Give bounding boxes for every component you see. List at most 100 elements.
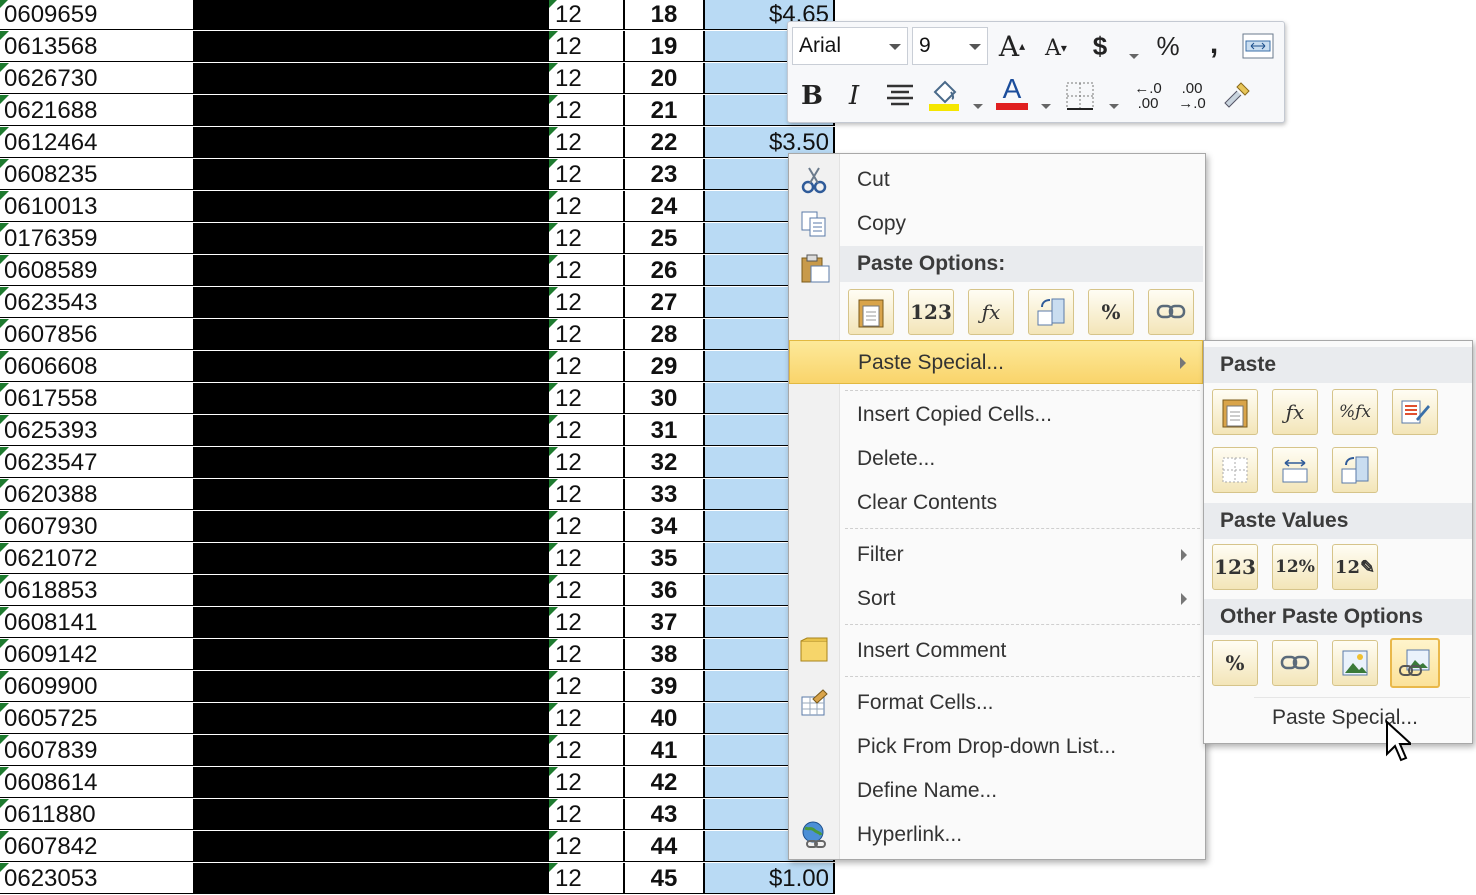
cell-rank[interactable]: 32 [625,447,705,478]
paste-link-button[interactable] [1272,640,1318,686]
cell-amount[interactable]: $1.00 [705,863,835,894]
chevron-down-icon[interactable] [889,44,901,50]
cell-id[interactable]: 0626730 [0,63,195,94]
cell-number[interactable]: 12 [547,575,625,606]
paste-option-formatting[interactable]: % [1088,289,1134,335]
percent-button[interactable]: % [1148,26,1188,66]
cell-rank[interactable]: 22 [625,127,705,158]
grow-font-button[interactable]: A ▴ [992,26,1032,66]
cell-number[interactable]: 12 [547,31,625,62]
cell-rank[interactable]: 28 [625,319,705,350]
cell-number[interactable]: 12 [547,319,625,350]
paste-linked-picture-button[interactable] [1390,638,1440,688]
paste-transpose-button[interactable] [1332,447,1378,493]
cell-redacted[interactable] [195,127,547,158]
paste-option-values[interactable]: 123 [908,289,954,335]
format-painter-button[interactable] [1218,76,1258,116]
cell-redacted[interactable] [195,351,547,382]
increase-decimal-button[interactable]: ←.0 .00 [1128,76,1168,116]
cell-rank[interactable]: 21 [625,95,705,126]
cell-redacted[interactable] [195,575,547,606]
cell-id[interactable]: 0610013 [0,191,195,222]
cell-rank[interactable]: 44 [625,831,705,862]
cell-number[interactable]: 12 [547,479,625,510]
cell-redacted[interactable] [195,767,547,798]
cell-number[interactable]: 12 [547,63,625,94]
cell-number[interactable]: 12 [547,127,625,158]
cell-id[interactable]: 0618853 [0,575,195,606]
fill-color-dropdown[interactable] [968,86,988,126]
borders-button[interactable] [1060,76,1100,116]
cell-redacted[interactable] [195,159,547,190]
paste-option-transpose[interactable] [1028,289,1074,335]
menu-item-pick-from-list[interactable]: Pick From Drop-down List... [789,725,1203,769]
cell-number[interactable]: 12 [547,0,625,30]
paste-formulas-number-formatting-button[interactable]: %ƒx [1332,389,1378,435]
cell-rank[interactable]: 42 [625,767,705,798]
comma-style-button[interactable]: , [1194,24,1234,64]
paste-values-number-formatting-button[interactable]: 12% [1272,544,1318,590]
cell-redacted[interactable] [195,63,547,94]
cell-id[interactable]: 0607842 [0,831,195,862]
cell-number[interactable]: 12 [547,447,625,478]
cell-id[interactable]: 0613568 [0,31,195,62]
cell-redacted[interactable] [195,607,547,638]
cell-id[interactable]: 0623053 [0,863,195,894]
italic-button[interactable]: I [834,76,874,116]
cell-id[interactable]: 0611880 [0,799,195,830]
cell-number[interactable]: 12 [547,351,625,382]
cell-redacted[interactable] [195,383,547,414]
cell-number[interactable]: 12 [547,799,625,830]
menu-item-clear-contents[interactable]: Clear Contents [789,481,1203,525]
cell-redacted[interactable] [195,31,547,62]
currency-button[interactable]: $ [1080,26,1120,66]
cell-redacted[interactable] [195,191,547,222]
chevron-down-icon[interactable] [969,44,981,50]
cell-redacted[interactable] [195,479,547,510]
cell-redacted[interactable] [195,703,547,734]
menu-item-hyperlink[interactable]: Hyperlink... [789,813,1203,857]
menu-item-paste-special[interactable]: Paste Special... [789,340,1203,384]
cell-number[interactable]: 12 [547,831,625,862]
paste-all-button[interactable] [1212,389,1258,435]
cell-number[interactable]: 12 [547,767,625,798]
cell-id[interactable]: 0617558 [0,383,195,414]
cell-number[interactable]: 12 [547,639,625,670]
cell-id[interactable]: 0612464 [0,127,195,158]
cell-number[interactable]: 12 [547,255,625,286]
menu-item-sort[interactable]: Sort [789,577,1203,621]
cell-rank[interactable]: 19 [625,31,705,62]
cell-id[interactable]: 0609659 [0,0,195,30]
cell-number[interactable]: 12 [547,383,625,414]
cell-rank[interactable]: 43 [625,799,705,830]
cell-redacted[interactable] [195,0,547,30]
cell-number[interactable]: 12 [547,671,625,702]
cell-redacted[interactable] [195,511,547,542]
cell-redacted[interactable] [195,639,547,670]
cell-id[interactable]: 0625393 [0,415,195,446]
cell-id[interactable]: 0609900 [0,671,195,702]
cell-number[interactable]: 12 [547,287,625,318]
cell-rank[interactable]: 41 [625,735,705,766]
menu-item-cut[interactable]: Cut [789,158,1203,202]
cell-redacted[interactable] [195,447,547,478]
cell-redacted[interactable] [195,863,547,894]
cell-number[interactable]: 12 [547,543,625,574]
cell-rank[interactable]: 37 [625,607,705,638]
cell-rank[interactable]: 18 [625,0,705,30]
menu-item-delete[interactable]: Delete... [789,437,1203,481]
currency-dropdown[interactable] [1124,36,1144,76]
cell-redacted[interactable] [195,415,547,446]
paste-keep-source-formatting-button[interactable] [1392,389,1438,435]
cell-redacted[interactable] [195,255,547,286]
cell-rank[interactable]: 33 [625,479,705,510]
menu-item-insert-copied-cells[interactable]: Insert Copied Cells... [789,393,1203,437]
paste-values-button[interactable]: 123 [1212,544,1258,590]
paste-no-borders-button[interactable] [1212,447,1258,493]
menu-item-filter[interactable]: Filter [789,533,1203,577]
submenu-paste-special-item[interactable]: Paste Special... [1254,697,1470,738]
decrease-decimal-button[interactable]: .00 →.0 [1172,76,1212,116]
cell-number[interactable]: 12 [547,511,625,542]
cell-id[interactable]: 0608614 [0,767,195,798]
cell-id[interactable]: 0621688 [0,95,195,126]
